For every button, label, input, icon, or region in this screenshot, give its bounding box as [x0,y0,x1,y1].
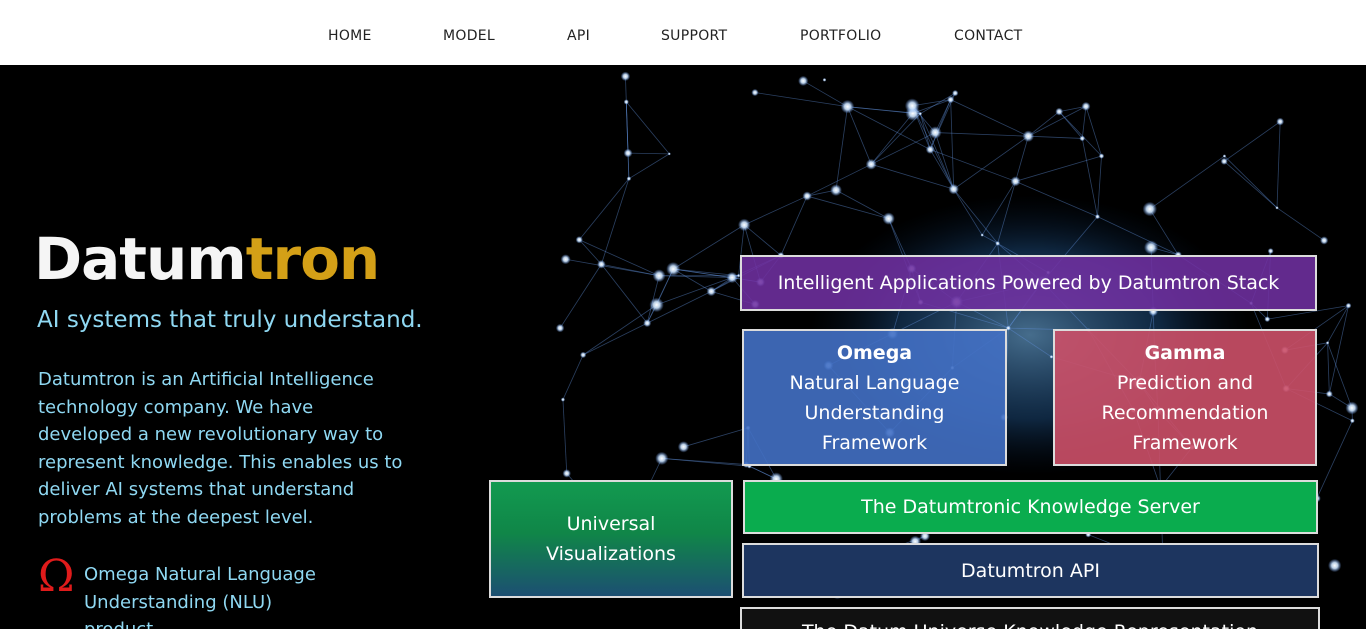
intro-paragraph: Datumtron is an Artificial Intelligence … [38,369,403,528]
datum-universe-label: The Datum Universe Knowledge Representat… [802,617,1258,629]
top-navigation: HOME MODEL API SUPPORT PORTFOLIO CONTACT [0,0,1366,65]
gamma-framework-title: Gamma [1144,341,1226,364]
brand-logo: Datumtron [34,230,380,288]
stack-omega-framework: Omega Natural Language Understanding Fra… [742,329,1007,466]
stack-applications-label: Intelligent Applications Powered by Datu… [777,272,1280,294]
nav-api[interactable]: API [567,28,590,44]
nav-model[interactable]: MODEL [443,28,495,44]
knowledge-server-label: The Datumtronic Knowledge Server [861,496,1200,518]
stack-applications-layer: Intelligent Applications Powered by Datu… [740,255,1317,311]
api-layer-label: Datumtron API [961,559,1100,582]
omega-framework-title: Omega [836,341,913,364]
tagline: AI systems that truly understand. [37,307,423,333]
stack-universal-visualizations: Universal Visualizations [489,480,733,598]
gamma-framework-body: Prediction and Recommendation Framework [1101,371,1269,454]
nav-support[interactable]: SUPPORT [661,28,727,44]
logo-tron: tron [245,225,380,293]
stack-knowledge-server: The Datumtronic Knowledge Server [743,480,1318,534]
nav-portfolio[interactable]: PORTFOLIO [800,28,881,44]
universal-visualizations-label: Universal Visualizations [546,513,676,565]
stack-api-layer: Datumtron API [742,543,1319,598]
stack-datum-universe: The Datum Universe Knowledge Representat… [740,607,1320,629]
hero-section: Datumtron AI systems that truly understa… [0,65,1366,629]
nav-contact[interactable]: CONTACT [954,28,1023,44]
stack-gamma-framework: Gamma Prediction and Recommendation Fram… [1053,329,1317,466]
omega-symbol-icon: Ω [38,551,75,602]
omega-framework-body: Natural Language Understanding Framework [789,371,960,454]
nav-home[interactable]: HOME [328,28,372,44]
omega-product-link[interactable]: Omega Natural Language Understanding (NL… [84,561,344,629]
logo-datum: Datum [34,225,247,293]
